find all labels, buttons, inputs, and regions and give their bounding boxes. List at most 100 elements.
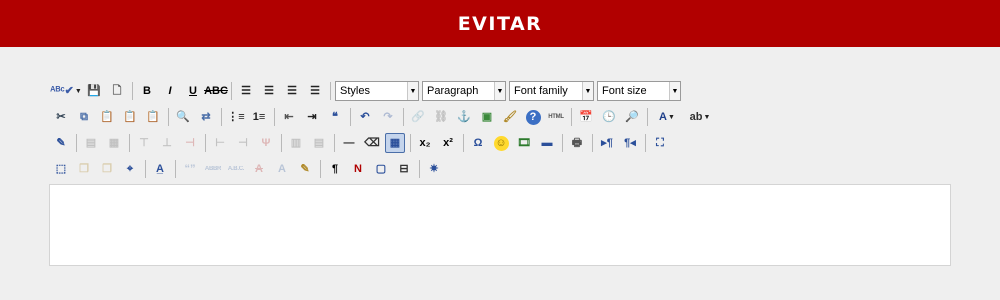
font-size-select[interactable]: Font size ▼: [597, 81, 681, 101]
toolbar-separator: [592, 134, 593, 152]
anchor-icon[interactable]: ⚓: [454, 107, 474, 127]
paste-icon[interactable]: 📋: [97, 107, 117, 127]
redo-icon[interactable]: ↷: [378, 107, 398, 127]
toolbar-separator: [129, 134, 130, 152]
styleprops-icon[interactable]: A̲: [150, 159, 170, 179]
font-family-select[interactable]: Font family ▼: [509, 81, 594, 101]
html-source-icon[interactable]: HTML: [546, 107, 566, 127]
delete-col-icon[interactable]: Ψ: [256, 133, 276, 153]
visual-aid-icon[interactable]: ▦: [385, 133, 405, 153]
edit-css-icon[interactable]: ✎: [51, 133, 71, 153]
toolbar-separator: [463, 134, 464, 152]
align-justify-icon[interactable]: ☰: [305, 81, 325, 101]
insert-text-icon[interactable]: A: [272, 159, 292, 179]
insert-time-icon[interactable]: 🕒: [599, 107, 619, 127]
outdent-icon[interactable]: ⇤: [279, 107, 299, 127]
toolbar-separator: [410, 134, 411, 152]
toolbar-separator: [231, 82, 232, 100]
cite-icon[interactable]: “”: [180, 159, 200, 179]
new-document-icon[interactable]: 🗋: [107, 81, 127, 101]
paste-word-icon[interactable]: 📋: [143, 107, 163, 127]
insert-date-icon[interactable]: 📅: [576, 107, 596, 127]
advanced-hr-icon[interactable]: ▬: [537, 133, 557, 153]
format-select[interactable]: Paragraph ▼: [422, 81, 506, 101]
table-cell-props-icon[interactable]: ▦: [104, 133, 124, 153]
abbr-icon[interactable]: ABBR: [203, 159, 223, 179]
move-backward-icon[interactable]: ❐: [97, 159, 117, 179]
superscript-icon[interactable]: x²: [438, 133, 458, 153]
toolbar-row: ᴬᴮᶜ✔ ▼ 💾 🗋 B I U ABC ☰ ☰ ☰ ☰ Styles ▼ Paragraph ▼ Font f…: [50, 78, 951, 104]
absolute-position-icon[interactable]: ⌖: [120, 159, 140, 179]
bullet-list-icon[interactable]: ⋮≡: [226, 107, 246, 127]
chevron-down-icon: ▼: [494, 82, 505, 100]
link-icon[interactable]: 🔗: [408, 107, 428, 127]
preview-icon[interactable]: 🔎: [622, 107, 642, 127]
underline-icon[interactable]: U: [183, 81, 203, 101]
special-char-icon[interactable]: Ω: [468, 133, 488, 153]
insert-row-before-icon[interactable]: ⊤: [134, 133, 154, 153]
align-left-icon[interactable]: ☰: [236, 81, 256, 101]
spellcheck-icon[interactable]: ᴬᴮᶜ✔ ▼: [50, 81, 82, 101]
indent-icon[interactable]: ⇥: [302, 107, 322, 127]
toolbar-row: ✎ ▤ ▦ ⊤ ⊥ ⊣ ⊢ ⊣ Ψ ▥ ▤ — ⌫ ▦ x₂ x² Ω ☺ 🎞 ▬ 🖶 ▸¶ ¶◂ ⛶: [51, 130, 951, 156]
toolbar-row: ✂ ⧉ 📋 📋 📋 🔍 ⇄ ⋮≡ 1≡ ⇤ ⇥ ❝ ↶ ↷ 🔗 ⛓ ⚓ ▣ 🖌? HTML 📅 🕒 🔎 A ▼ ab ▼: [51, 104, 951, 130]
undo-icon[interactable]: ↶: [355, 107, 375, 127]
media-icon[interactable]: 🎞: [514, 133, 534, 153]
attribs-icon[interactable]: ✎: [295, 159, 315, 179]
save-icon[interactable]: 💾: [84, 81, 104, 101]
align-center-icon[interactable]: ☰: [259, 81, 279, 101]
styles-select[interactable]: Styles ▼: [335, 81, 419, 101]
table-row-props-icon[interactable]: ▤: [81, 133, 101, 153]
unlink-icon[interactable]: ⛓: [431, 107, 451, 127]
highlight-color-icon[interactable]: ab ▼: [685, 107, 715, 127]
blockquote-icon[interactable]: ❝: [325, 107, 345, 127]
insert-col-before-icon[interactable]: ⊢: [210, 133, 230, 153]
toolbar-separator: [205, 134, 206, 152]
format-select-label: Paragraph: [427, 85, 479, 97]
toolbar-separator: [350, 108, 351, 126]
toolbar-separator: [419, 160, 420, 178]
ltr-icon[interactable]: ▸¶: [597, 133, 617, 153]
merge-cells-icon[interactable]: ▤: [309, 133, 329, 153]
italic-icon[interactable]: I: [160, 81, 180, 101]
bold-icon[interactable]: B: [137, 81, 157, 101]
find-icon[interactable]: 🔍: [173, 107, 193, 127]
page-break-icon[interactable]: ⊟: [394, 159, 414, 179]
strikethrough-icon[interactable]: ABC: [204, 81, 228, 101]
cut-icon[interactable]: ✂: [51, 107, 71, 127]
toolbar-separator: [562, 134, 563, 152]
toolbar-separator: [281, 134, 282, 152]
image-icon[interactable]: ▣: [477, 107, 497, 127]
horizontal-rule-icon[interactable]: —: [339, 133, 359, 153]
template-icon[interactable]: ▢: [371, 159, 391, 179]
insert-layer-icon[interactable]: ⬚: [51, 159, 71, 179]
split-cells-icon[interactable]: ▥: [286, 133, 306, 153]
visual-chars-icon[interactable]: ¶: [325, 159, 345, 179]
block-icon[interactable]: ✷: [424, 159, 444, 179]
print-icon[interactable]: 🖶: [567, 133, 587, 153]
acronym-icon[interactable]: A.B.C.: [226, 159, 246, 179]
subscript-icon[interactable]: x₂: [415, 133, 435, 153]
delete-text-icon[interactable]: A: [249, 159, 269, 179]
chevron-down-icon: ▼: [582, 82, 593, 100]
align-right-icon[interactable]: ☰: [282, 81, 302, 101]
replace-icon[interactable]: ⇄: [196, 107, 216, 127]
non-breaking-icon[interactable]: N: [348, 159, 368, 179]
page-title: EVITAR: [457, 12, 543, 35]
remove-format-icon[interactable]: ⌫: [362, 133, 382, 153]
help-icon[interactable]: ?: [523, 107, 543, 127]
text-color-icon[interactable]: A ▼: [652, 107, 682, 127]
move-forward-icon[interactable]: ❐: [74, 159, 94, 179]
paste-text-icon[interactable]: 📋: [120, 107, 140, 127]
rtl-icon[interactable]: ¶◂: [620, 133, 640, 153]
insert-row-after-icon[interactable]: ⊥: [157, 133, 177, 153]
emoticon-icon[interactable]: ☺: [491, 133, 511, 153]
chevron-down-icon: ▼: [668, 113, 675, 121]
numbered-list-icon[interactable]: 1≡: [249, 107, 269, 127]
fullscreen-icon[interactable]: ⛶: [650, 133, 670, 153]
delete-row-icon[interactable]: ⊣: [180, 133, 200, 153]
copy-icon[interactable]: ⧉: [74, 107, 94, 127]
editor-content-area[interactable]: [49, 184, 951, 266]
insert-col-after-icon[interactable]: ⊣: [233, 133, 253, 153]
cleanup-icon[interactable]: 🖌: [500, 107, 520, 127]
